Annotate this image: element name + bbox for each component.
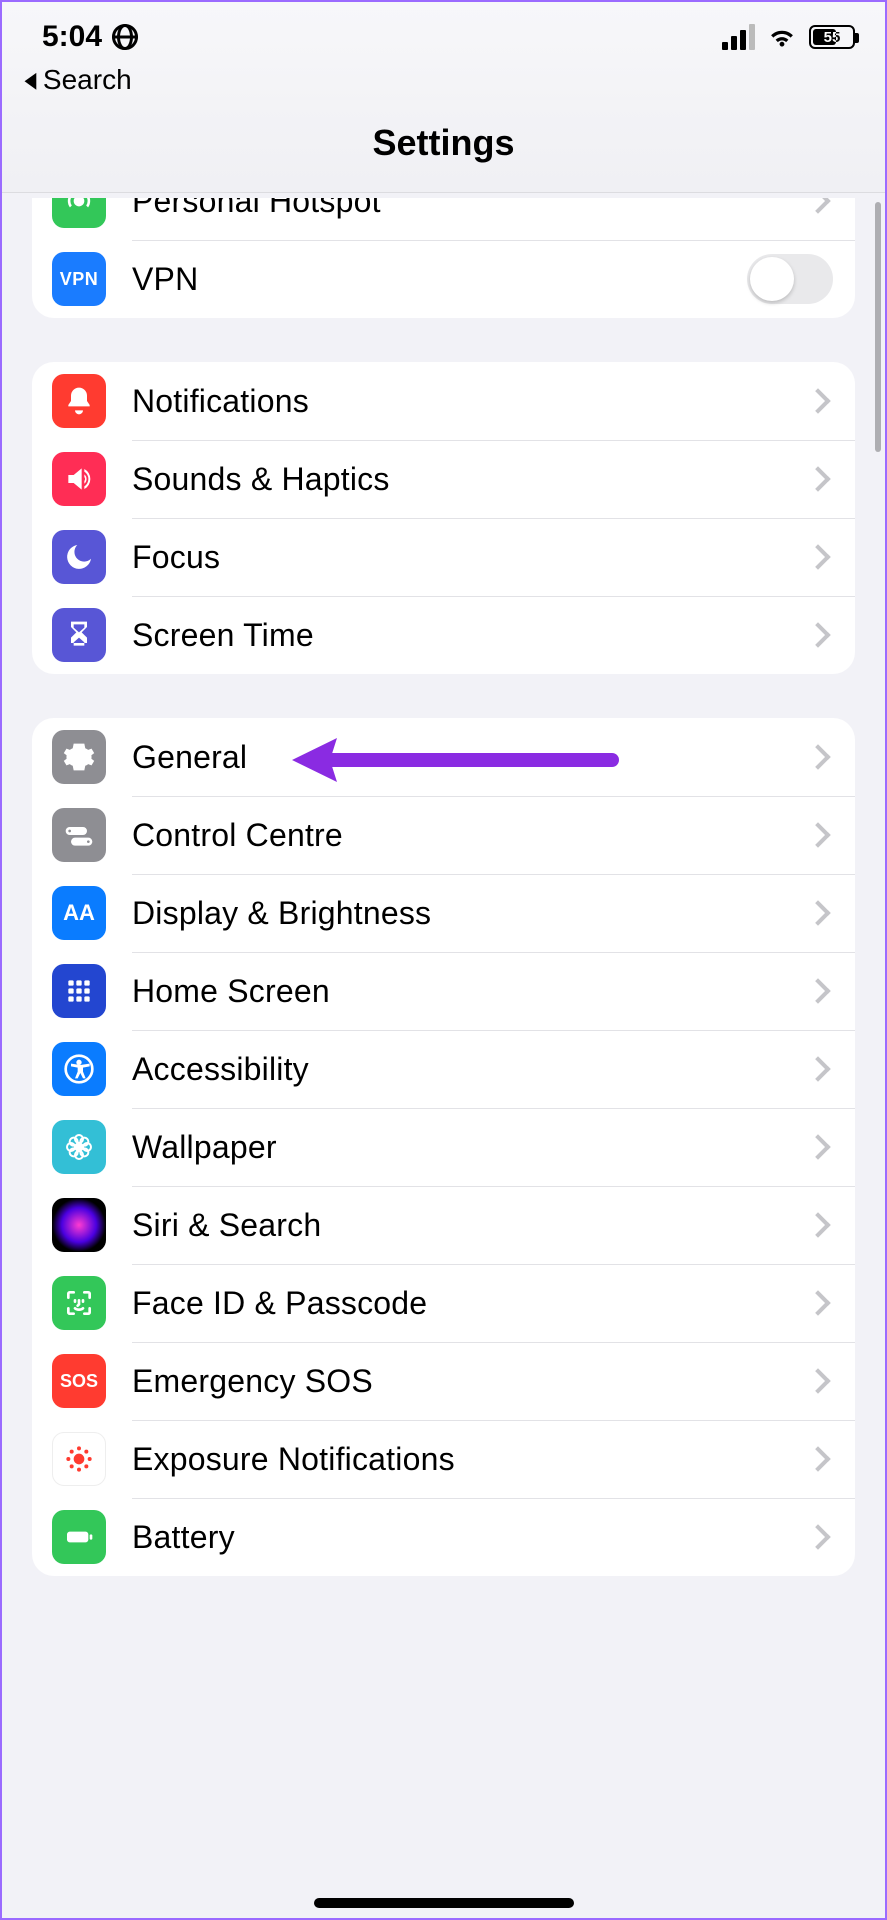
chevron-right-icon — [805, 900, 830, 925]
hourglass-icon — [52, 608, 106, 662]
row-focus[interactable]: Focus — [32, 518, 855, 596]
chevron-right-icon — [805, 622, 830, 647]
row-label: Siri & Search — [132, 1207, 809, 1244]
row-label: Face ID & Passcode — [132, 1285, 809, 1322]
chevron-right-icon — [805, 1368, 830, 1393]
flower-icon — [52, 1120, 106, 1174]
row-screen-time[interactable]: Screen Time — [32, 596, 855, 674]
row-label: Exposure Notifications — [132, 1441, 809, 1478]
row-sounds[interactable]: Sounds & Haptics — [32, 440, 855, 518]
settings-list[interactable]: Personal Hotspot VPN VPN Notifications S… — [2, 198, 885, 1918]
chevron-right-icon — [805, 1134, 830, 1159]
siri-icon — [52, 1198, 106, 1252]
row-exposure[interactable]: Exposure Notifications — [32, 1420, 855, 1498]
chevron-right-icon — [805, 744, 830, 769]
row-label: Focus — [132, 539, 809, 576]
clock: 5:04 — [42, 20, 102, 54]
row-control-centre[interactable]: Control Centre — [32, 796, 855, 874]
page-title: Settings — [2, 104, 885, 193]
chevron-right-icon — [805, 1056, 830, 1081]
row-label: Battery — [132, 1519, 809, 1556]
back-label: Search — [43, 64, 132, 96]
toggles-icon — [52, 808, 106, 862]
hotspot-icon — [52, 198, 106, 228]
chevron-right-icon — [805, 822, 830, 847]
location-globe-icon — [112, 24, 138, 50]
row-label: Home Screen — [132, 973, 809, 1010]
chevron-right-icon — [805, 198, 830, 214]
back-triangle-icon: ◀ — [25, 67, 37, 93]
row-label: Personal Hotspot — [132, 198, 809, 220]
accessibility-icon — [52, 1042, 106, 1096]
row-face-id[interactable]: Face ID & Passcode — [32, 1264, 855, 1342]
chevron-right-icon — [805, 544, 830, 569]
text-size-icon: AA — [52, 886, 106, 940]
scroll-indicator — [875, 202, 881, 452]
battery-row-icon — [52, 1510, 106, 1564]
status-bar: 5:04 55 — [2, 2, 885, 62]
chevron-right-icon — [805, 1524, 830, 1549]
settings-screen: 5:04 55 ◀ Search Settings Personal Hotsp… — [2, 2, 885, 1918]
row-label: Wallpaper — [132, 1129, 809, 1166]
back-button[interactable]: ◀ Search — [2, 62, 885, 104]
row-battery[interactable]: Battery — [32, 1498, 855, 1576]
row-wallpaper[interactable]: Wallpaper — [32, 1108, 855, 1186]
vpn-toggle[interactable] — [747, 254, 833, 304]
row-label: Control Centre — [132, 817, 809, 854]
row-label: Emergency SOS — [132, 1363, 809, 1400]
group-device: General Control Centre AA Display & Brig… — [32, 718, 855, 1576]
chevron-right-icon — [805, 1212, 830, 1237]
row-vpn[interactable]: VPN VPN — [32, 240, 855, 318]
vpn-icon: VPN — [52, 252, 106, 306]
row-label: Sounds & Haptics — [132, 461, 809, 498]
group-alerts: Notifications Sounds & Haptics Focus Scr… — [32, 362, 855, 674]
row-home-screen[interactable]: Home Screen — [32, 952, 855, 1030]
group-connectivity: Personal Hotspot VPN VPN — [32, 198, 855, 318]
row-label: VPN — [132, 261, 747, 298]
wifi-icon — [767, 26, 797, 48]
row-siri[interactable]: Siri & Search — [32, 1186, 855, 1264]
cellular-signal-icon — [722, 24, 755, 50]
sos-icon: SOS — [52, 1354, 106, 1408]
bell-icon — [52, 374, 106, 428]
row-label: Display & Brightness — [132, 895, 809, 932]
chevron-right-icon — [805, 978, 830, 1003]
gear-icon — [52, 730, 106, 784]
home-indicator — [314, 1898, 574, 1908]
row-personal-hotspot[interactable]: Personal Hotspot — [32, 198, 855, 240]
row-notifications[interactable]: Notifications — [32, 362, 855, 440]
exposure-icon — [52, 1432, 106, 1486]
speaker-icon — [52, 452, 106, 506]
row-label: Accessibility — [132, 1051, 809, 1088]
chevron-right-icon — [805, 1290, 830, 1315]
row-label: General — [132, 739, 809, 776]
battery-icon: 55 — [809, 25, 855, 49]
row-emergency-sos[interactable]: SOS Emergency SOS — [32, 1342, 855, 1420]
row-display[interactable]: AA Display & Brightness — [32, 874, 855, 952]
moon-icon — [52, 530, 106, 584]
chevron-right-icon — [805, 1446, 830, 1471]
row-general[interactable]: General — [32, 718, 855, 796]
face-id-icon — [52, 1276, 106, 1330]
row-label: Notifications — [132, 383, 809, 420]
chevron-right-icon — [805, 466, 830, 491]
row-accessibility[interactable]: Accessibility — [32, 1030, 855, 1108]
row-label: Screen Time — [132, 617, 809, 654]
chevron-right-icon — [805, 388, 830, 413]
app-grid-icon — [52, 964, 106, 1018]
